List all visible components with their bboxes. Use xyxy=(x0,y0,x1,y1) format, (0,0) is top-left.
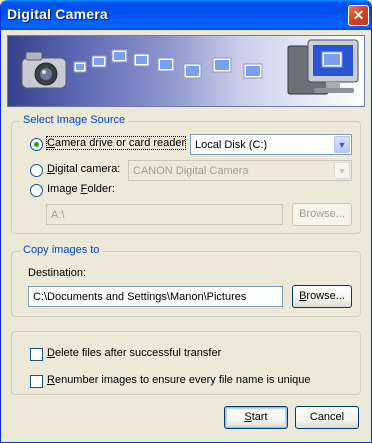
camera-icon xyxy=(21,51,67,89)
destination-label: Destination: xyxy=(28,267,87,279)
image-folder-radio[interactable] xyxy=(30,184,43,197)
chevron-down-icon[interactable]: ▼ xyxy=(334,162,350,179)
copy-to-group: Copy images to Destination: C:\Documents… xyxy=(11,244,361,317)
folder-browse-button[interactable]: Browse... xyxy=(292,203,352,226)
image-folder-label[interactable]: Image Folder: xyxy=(47,183,115,195)
camera-drive-radio[interactable] xyxy=(30,138,43,151)
drive-select-value: Local Disk (C:) xyxy=(195,139,268,151)
title-bar[interactable]: Digital Camera ✕ xyxy=(1,0,371,30)
folder-path-input[interactable]: A:\ xyxy=(46,204,283,225)
camera-select-value: CANON Digital Camera xyxy=(133,165,249,177)
close-icon: ✕ xyxy=(352,7,365,23)
start-button[interactable]: Start xyxy=(224,406,288,429)
destination-input[interactable]: C:\Documents and Settings\Manon\Pictures xyxy=(28,286,283,307)
renumber-label[interactable]: Renumber images to ensure every file nam… xyxy=(47,374,311,386)
options-group: Delete files after successful transfer R… xyxy=(11,331,361,395)
chevron-down-icon[interactable]: ▼ xyxy=(334,136,350,153)
digital-camera-label[interactable]: Digital camera: xyxy=(47,163,120,175)
drive-select[interactable]: Local Disk (C:) ▼ xyxy=(190,134,352,155)
image-source-legend: Select Image Source xyxy=(20,114,129,126)
camera-drive-label[interactable]: Camera drive or card reader xyxy=(45,136,187,150)
transfer-banner xyxy=(7,35,365,107)
destination-browse-button[interactable]: Browse... xyxy=(292,285,352,308)
delete-files-checkbox[interactable] xyxy=(30,348,43,361)
close-button[interactable]: ✕ xyxy=(348,5,369,26)
image-source-group: Select Image Source Camera drive or card… xyxy=(11,114,361,234)
destination-value: C:\Documents and Settings\Manon\Pictures xyxy=(33,291,247,303)
digital-camera-radio[interactable] xyxy=(30,164,43,177)
camera-to-computer-transfer-icon xyxy=(21,39,359,95)
window-title: Digital Camera xyxy=(7,6,108,22)
folder-path-value: A:\ xyxy=(51,209,65,221)
renumber-checkbox[interactable] xyxy=(30,375,43,388)
computer-icon xyxy=(287,39,359,95)
delete-files-label[interactable]: Delete files after successful transfer xyxy=(47,347,221,359)
copy-to-legend: Copy images to xyxy=(20,244,103,256)
camera-select[interactable]: CANON Digital Camera ▼ xyxy=(128,160,352,181)
digital-camera-window: Digital Camera ✕ Select Image Source Cam… xyxy=(0,0,372,443)
cancel-button[interactable]: Cancel xyxy=(295,406,359,429)
